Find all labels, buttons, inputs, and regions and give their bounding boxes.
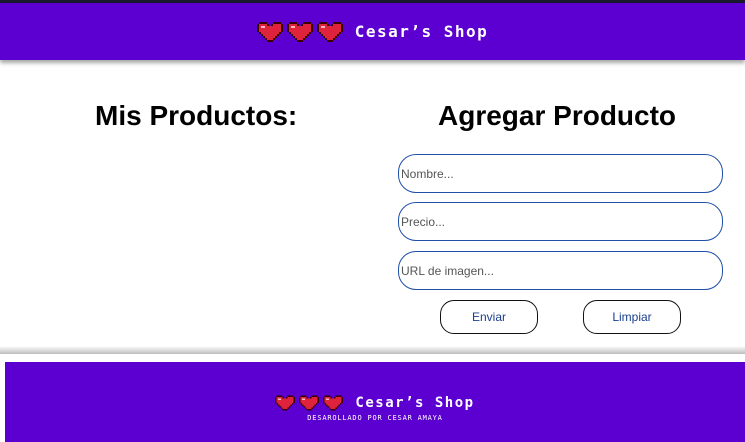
name-input[interactable] [398,154,723,193]
heart-icon [286,21,313,42]
footer-brand: Cesar’s Shop [275,395,474,411]
add-product-title: Agregar Producto [438,100,677,131]
heart-icon [299,394,320,411]
heart-icon [316,21,343,42]
brand[interactable]: Cesar’s Shop [256,21,489,42]
heart-icon [275,394,296,411]
clear-button[interactable]: Limpiar [583,300,681,334]
brand-name: Cesar’s Shop [354,22,489,41]
heart-icon [256,21,283,42]
heart-icon [323,394,344,411]
products-title: Mis Productos: [95,100,298,131]
image-url-input[interactable] [398,251,723,290]
footer-divider [0,346,745,354]
price-input[interactable] [398,202,723,241]
hearts-group [256,21,343,42]
footer-credit: DESAROLLADO POR CESAR AMAYA [307,413,443,422]
site-footer: Cesar’s Shop DESAROLLADO POR CESAR AMAYA [5,362,745,442]
site-header: Cesar’s Shop [0,3,745,60]
send-button[interactable]: Enviar [440,300,538,334]
footer-brand-name: Cesar’s Shop [355,394,475,411]
footer-hearts-group [275,394,344,411]
